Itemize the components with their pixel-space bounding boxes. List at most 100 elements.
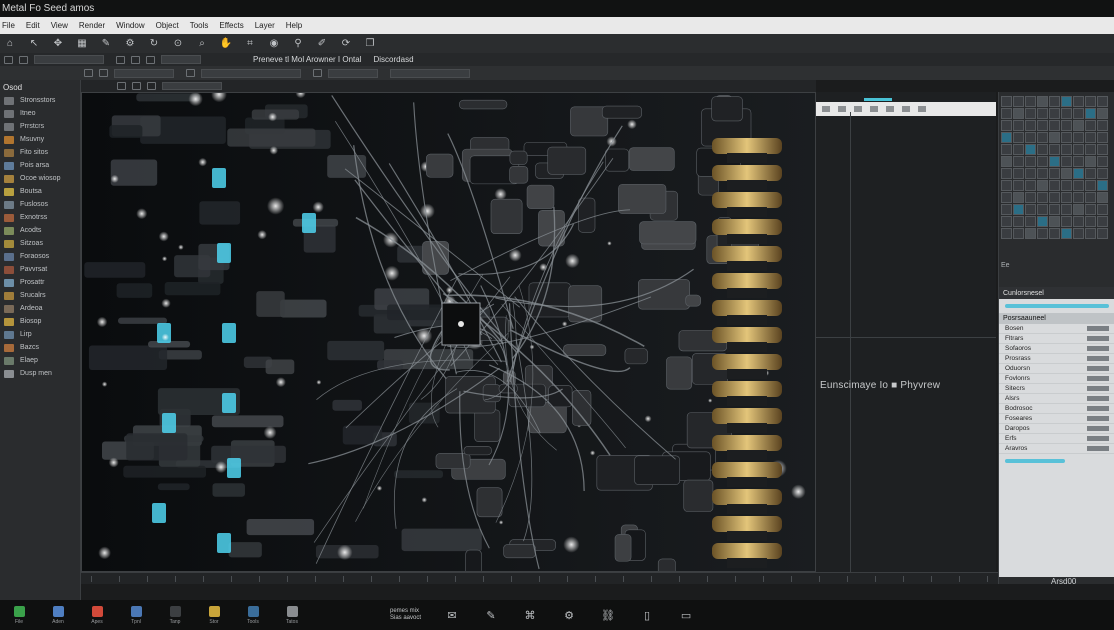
camera-icon[interactable]: ◉ bbox=[268, 38, 280, 50]
palette-tool-icon[interactable] bbox=[1073, 96, 1084, 107]
select-icon[interactable]: ↖ bbox=[28, 38, 40, 50]
layer-item[interactable]: Foraosos bbox=[0, 250, 80, 263]
palette-tool-icon[interactable] bbox=[1001, 180, 1012, 191]
palette-tool-icon[interactable] bbox=[1013, 216, 1024, 227]
palette-tool-icon[interactable] bbox=[1001, 96, 1012, 107]
palette-tool-icon[interactable] bbox=[1013, 108, 1024, 119]
menu-item-object[interactable]: Object bbox=[156, 21, 179, 30]
strength-slider[interactable] bbox=[1005, 459, 1065, 463]
property-row[interactable]: Foseares bbox=[999, 414, 1114, 424]
palette-tool-icon[interactable] bbox=[1073, 216, 1084, 227]
palette-tool-icon[interactable] bbox=[1097, 192, 1108, 203]
property-row[interactable]: Sitecrs bbox=[999, 384, 1114, 394]
palette-tool-icon[interactable] bbox=[1001, 120, 1012, 131]
palette-tool-icon[interactable] bbox=[1013, 132, 1024, 143]
palette-tool-icon[interactable] bbox=[1085, 180, 1096, 191]
palette-tool-icon[interactable] bbox=[1025, 120, 1036, 131]
taskbar-app-apes[interactable]: Apes bbox=[86, 605, 108, 625]
palette-tool-icon[interactable] bbox=[1037, 168, 1048, 179]
menu-item-window[interactable]: Window bbox=[116, 21, 144, 30]
palette-tool-icon[interactable] bbox=[1073, 108, 1084, 119]
property-row[interactable]: Fovlonrs bbox=[999, 374, 1114, 384]
preview-tool[interactable] bbox=[838, 106, 846, 112]
palette-tool-icon[interactable] bbox=[1097, 204, 1108, 215]
palette-tool-icon[interactable] bbox=[1025, 228, 1036, 239]
palette-tool-icon[interactable] bbox=[1049, 108, 1060, 119]
palette-tool-icon[interactable] bbox=[1085, 228, 1096, 239]
palette-tool-icon[interactable] bbox=[1037, 180, 1048, 191]
palette-tool-icon[interactable] bbox=[1073, 228, 1084, 239]
layer-item[interactable]: Acodts bbox=[0, 224, 80, 237]
palette-tool-icon[interactable] bbox=[1061, 144, 1072, 155]
property-row[interactable]: Oduorsn bbox=[999, 364, 1114, 374]
palette-tool-icon[interactable] bbox=[1073, 156, 1084, 167]
preview-tool[interactable] bbox=[886, 106, 894, 112]
property-value-bar[interactable] bbox=[1087, 356, 1109, 361]
palette-tool-icon[interactable] bbox=[1013, 228, 1024, 239]
palette-tool-icon[interactable] bbox=[1001, 204, 1012, 215]
palette-tool-icon[interactable] bbox=[1097, 120, 1108, 131]
preview-tool[interactable] bbox=[854, 106, 862, 112]
layer-item[interactable]: Elaep bbox=[0, 354, 80, 367]
menu-item-render[interactable]: Render bbox=[79, 21, 105, 30]
chat-icon[interactable]: ✉ bbox=[441, 609, 463, 622]
palette-tool-icon[interactable] bbox=[1049, 96, 1060, 107]
palette-tool-icon[interactable] bbox=[1037, 96, 1048, 107]
property-row[interactable]: Prosrass bbox=[999, 354, 1114, 364]
layer-item[interactable]: Prosattr bbox=[0, 276, 80, 289]
palette-tool-icon[interactable] bbox=[1097, 216, 1108, 227]
palette-tool-icon[interactable] bbox=[1037, 144, 1048, 155]
palette-tool-icon[interactable] bbox=[1073, 120, 1084, 131]
palette-tool-icon[interactable] bbox=[1001, 132, 1012, 143]
palette-tool-icon[interactable] bbox=[1085, 192, 1096, 203]
layer-item[interactable]: Boutsa bbox=[0, 185, 80, 198]
monitor-icon[interactable]: ▭ bbox=[675, 609, 697, 622]
palette-tool-icon[interactable] bbox=[1025, 96, 1036, 107]
palette-tool-icon[interactable] bbox=[1037, 228, 1048, 239]
palette-tool-icon[interactable] bbox=[1001, 192, 1012, 203]
palette-tool-icon[interactable] bbox=[1061, 156, 1072, 167]
palette-tool-icon[interactable] bbox=[1037, 216, 1048, 227]
rotate-icon[interactable]: ↻ bbox=[148, 38, 160, 50]
palette-tool-icon[interactable] bbox=[1049, 228, 1060, 239]
palette-tool-icon[interactable] bbox=[1037, 132, 1048, 143]
layer-item[interactable]: Srucalrs bbox=[0, 289, 80, 302]
palette-tool-icon[interactable] bbox=[1049, 132, 1060, 143]
palette-tool-icon[interactable] bbox=[1097, 96, 1108, 107]
palette-tool-icon[interactable] bbox=[1025, 132, 1036, 143]
palette-tool-icon[interactable] bbox=[1073, 168, 1084, 179]
palette-tool-icon[interactable] bbox=[1061, 96, 1072, 107]
palette-tool-icon[interactable] bbox=[1073, 204, 1084, 215]
palette-tool-icon[interactable] bbox=[1013, 168, 1024, 179]
palette-tool-icon[interactable] bbox=[1061, 120, 1072, 131]
palette-tool-icon[interactable] bbox=[1097, 168, 1108, 179]
layer-item[interactable]: Fuslosos bbox=[0, 198, 80, 211]
palette-tool-icon[interactable] bbox=[1025, 144, 1036, 155]
palette-tool-icon[interactable] bbox=[1001, 156, 1012, 167]
palette-tool-icon[interactable] bbox=[1049, 156, 1060, 167]
menu-item-tools[interactable]: Tools bbox=[190, 21, 209, 30]
menu-item-view[interactable]: View bbox=[51, 21, 68, 30]
palette-tool-icon[interactable] bbox=[1097, 108, 1108, 119]
property-row[interactable]: Sofaoros bbox=[999, 344, 1114, 354]
layer-item[interactable]: Itneo bbox=[0, 107, 80, 120]
property-value-bar[interactable] bbox=[1087, 426, 1109, 431]
property-value-bar[interactable] bbox=[1087, 406, 1109, 411]
palette-tool-icon[interactable] bbox=[1013, 144, 1024, 155]
palette-tool-icon[interactable] bbox=[1037, 120, 1048, 131]
palette-tool-icon[interactable] bbox=[1061, 204, 1072, 215]
menu-item-file[interactable]: File bbox=[2, 21, 15, 30]
option-toggle[interactable] bbox=[99, 69, 108, 77]
taskbar-app-tpnl[interactable]: Tpnl bbox=[125, 605, 147, 625]
palette-tool-icon[interactable] bbox=[1013, 96, 1024, 107]
option-toggle[interactable] bbox=[84, 69, 93, 77]
palette-tool-icon[interactable] bbox=[1061, 192, 1072, 203]
palette-tool-icon[interactable] bbox=[1013, 192, 1024, 203]
palette-tool-icon[interactable] bbox=[1061, 168, 1072, 179]
property-row[interactable]: Alsrs bbox=[999, 394, 1114, 404]
palette-tool-icon[interactable] bbox=[1085, 120, 1096, 131]
palette-tool-icon[interactable] bbox=[1037, 192, 1048, 203]
home-icon[interactable]: ⌂ bbox=[4, 38, 16, 50]
palette-tool-icon[interactable] bbox=[1049, 180, 1060, 191]
taskbar-app-file[interactable]: File bbox=[8, 605, 30, 625]
